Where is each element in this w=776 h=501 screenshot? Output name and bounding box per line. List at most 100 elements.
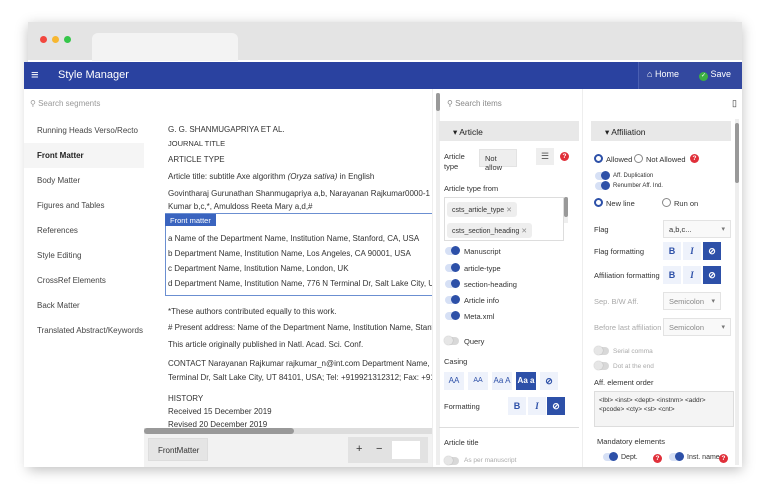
not-allowed-radio[interactable] xyxy=(634,154,643,163)
sidebar-item-references[interactable]: References xyxy=(24,218,144,243)
sidebar-item-figures-tables[interactable]: Figures and Tables xyxy=(24,193,144,218)
help-icon[interactable]: ? xyxy=(719,454,728,463)
query-label: Query xyxy=(464,337,485,346)
new-line-radio[interactable] xyxy=(594,198,603,207)
italic-button[interactable]: I xyxy=(683,242,701,260)
help-icon[interactable]: ? xyxy=(560,152,569,161)
running-head: G. G. SHANMUGAPRIYA ET AL. xyxy=(168,125,285,134)
close-icon[interactable]: ✕ xyxy=(521,228,527,235)
manuscript-toggle[interactable] xyxy=(445,246,460,255)
section-heading-toggle[interactable] xyxy=(445,279,460,288)
bold-button[interactable]: B xyxy=(508,397,526,415)
article-type-select[interactable]: Not allow xyxy=(479,149,517,172)
element-order-textarea[interactable]: <lbl> <inst> <dept> <instnm> <addr> <pco… xyxy=(594,391,734,427)
article-section-title: Article xyxy=(459,127,483,137)
chip-label: csts_section_heading xyxy=(452,228,520,235)
aff-duplication-toggle[interactable] xyxy=(595,171,610,180)
contact-line-2: Terminal Dr, Salt Lake City, UT 84101, U… xyxy=(168,373,432,382)
article-type-toggle-label: article-type xyxy=(464,264,501,273)
serial-comma-toggle[interactable] xyxy=(594,346,609,355)
document-preview: G. G. SHANMUGAPRIYA ET AL. JOURNAL TITLE… xyxy=(144,89,432,467)
sidebar-item-translated-abstract[interactable]: Translated Abstract/Keywords xyxy=(24,318,144,343)
serial-comma-label: Serial comma xyxy=(613,348,653,355)
phone-icon[interactable]: ▯ xyxy=(732,98,737,109)
article-type-toggle[interactable] xyxy=(445,263,460,272)
before-last-select[interactable]: Semicolon ▾ xyxy=(663,318,731,336)
segment-search[interactable]: ⚲ Search segments xyxy=(30,99,100,108)
sep-value: Semicolon xyxy=(669,297,705,306)
italic-button[interactable]: I xyxy=(683,266,701,284)
panel-scrollbar[interactable] xyxy=(735,119,739,465)
bold-button[interactable]: B xyxy=(663,266,681,284)
scroll-thumb[interactable] xyxy=(735,123,739,183)
chips-scrollbar[interactable] xyxy=(564,197,568,223)
affiliation-section-header[interactable]: ▾ Affiliation xyxy=(591,121,731,141)
save-button[interactable]: ✓ Save xyxy=(699,69,731,81)
zoom-out-button[interactable]: − xyxy=(376,443,382,455)
flag-label: Flag xyxy=(594,225,609,234)
front-matter-tag: Front matter xyxy=(165,214,216,226)
meta-xml-label: Meta.xml xyxy=(464,312,495,321)
manuscript-label: Manuscript xyxy=(464,247,501,256)
close-dot[interactable] xyxy=(40,36,47,43)
sep-select[interactable]: Semicolon ▾ xyxy=(663,292,721,310)
home-button[interactable]: ⌂ Home xyxy=(647,69,679,79)
close-icon[interactable]: ✕ xyxy=(506,207,512,214)
maximize-dot[interactable] xyxy=(64,36,71,43)
casing-small-caps-button[interactable]: AA xyxy=(468,372,488,390)
italic-button[interactable]: I xyxy=(528,397,546,415)
items-search[interactable]: ⚲ Search items xyxy=(447,99,502,108)
sidebar-item-style-editing[interactable]: Style Editing xyxy=(24,243,144,268)
frontmatter-button[interactable]: FrontMatter xyxy=(148,438,208,461)
scroll-thumb[interactable] xyxy=(436,93,440,111)
article-info-toggle[interactable] xyxy=(445,295,460,304)
hamburger-icon[interactable]: ≡ xyxy=(31,68,39,81)
sidebar-item-body-matter[interactable]: Body Matter xyxy=(24,168,144,193)
segment-search-placeholder: Search segments xyxy=(38,99,101,108)
scroll-thumb[interactable] xyxy=(564,197,568,217)
run-on-label: Run on xyxy=(674,199,699,208)
caret-down-icon: ▾ xyxy=(453,127,458,137)
zoom-in-button[interactable]: + xyxy=(356,443,362,455)
as-per-toggle[interactable] xyxy=(444,456,459,465)
note-present: # Present address: Name of the Departmen… xyxy=(168,323,432,332)
dot-end-toggle[interactable] xyxy=(594,361,609,370)
affiliation-line: d Department Name, Institution Name, 776… xyxy=(168,279,432,288)
help-icon[interactable]: ? xyxy=(690,154,699,163)
no-casing-icon[interactable]: ⊘ xyxy=(540,372,558,390)
no-format-icon[interactable]: ⊘ xyxy=(547,397,565,415)
list-icon[interactable]: ☰ xyxy=(536,148,554,165)
sidebar-item-running-heads[interactable]: Running Heads Verso/Recto xyxy=(24,118,144,143)
no-format-icon[interactable]: ⊘ xyxy=(703,242,721,260)
meta-xml-toggle[interactable] xyxy=(445,311,460,320)
chip-section-heading[interactable]: csts_section_heading ✕ xyxy=(447,223,533,238)
sidebar-item-back-matter[interactable]: Back Matter xyxy=(24,293,144,318)
allowed-radio[interactable] xyxy=(594,154,603,163)
chip-article-type[interactable]: csts_article_type ✕ xyxy=(447,202,517,217)
caret-down-icon: ▾ xyxy=(605,127,610,137)
article-type-label: Article type xyxy=(444,152,465,171)
browser-tab[interactable] xyxy=(92,33,238,61)
query-toggle[interactable] xyxy=(444,336,459,345)
casing-title-button[interactable]: Aa A xyxy=(492,372,512,390)
no-format-icon[interactable]: ⊘ xyxy=(703,266,721,284)
sidebar-item-crossref[interactable]: CrossRef Elements xyxy=(24,268,144,293)
browser-chrome xyxy=(28,22,742,61)
dept-toggle[interactable] xyxy=(603,452,618,461)
minimize-dot[interactable] xyxy=(52,36,59,43)
renumber-toggle[interactable] xyxy=(595,181,610,190)
inst-name-toggle[interactable] xyxy=(669,452,684,461)
before-last-value: Semicolon xyxy=(669,323,705,332)
bold-button[interactable]: B xyxy=(663,242,681,260)
casing-upper-button[interactable]: AA xyxy=(444,372,464,390)
article-section-header[interactable]: ▾ Article xyxy=(439,121,579,141)
run-on-radio[interactable] xyxy=(662,198,671,207)
affiliation-line: c Department Name, Institution Name, Lon… xyxy=(168,264,349,273)
received-date: Received 15 December 2019 xyxy=(168,407,272,416)
flag-select[interactable]: a,b,c... ▾ xyxy=(663,220,731,238)
help-icon[interactable]: ? xyxy=(653,454,662,463)
sidebar-item-front-matter[interactable]: Front Matter xyxy=(24,143,144,168)
zoom-input[interactable] xyxy=(392,441,420,459)
casing-sentence-button[interactable]: Aa a xyxy=(516,372,536,390)
panel-scrollbar[interactable] xyxy=(436,93,440,465)
